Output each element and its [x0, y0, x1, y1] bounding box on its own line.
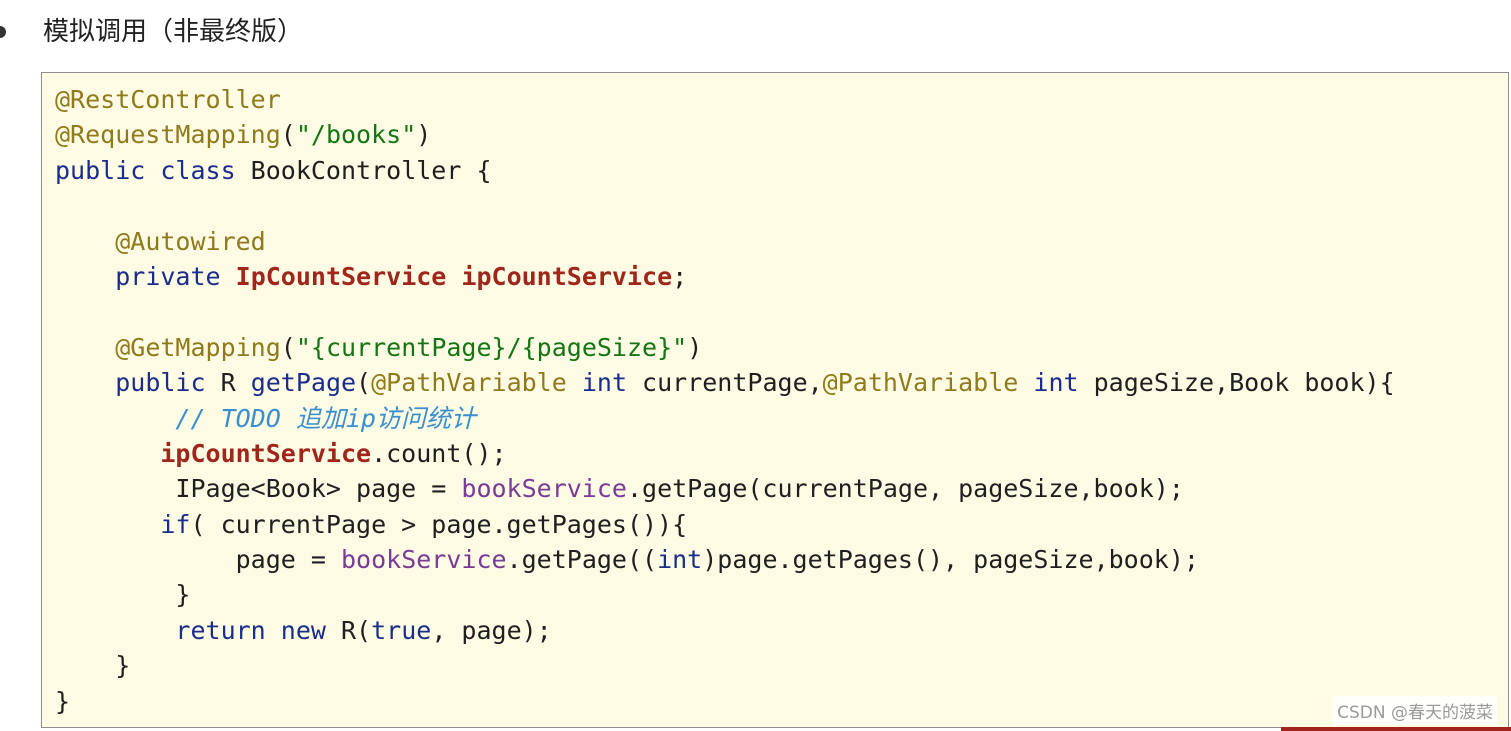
code-token-plain: page =	[55, 545, 341, 575]
code-line: }	[55, 684, 1395, 719]
code-line: @RequestMapping("/books")	[55, 117, 1395, 152]
code-line: page = bookService.getPage((int)page.get…	[55, 542, 1395, 577]
code-token-ann: @RequestMapping	[55, 120, 281, 150]
code-token-field: ipCountService	[461, 261, 673, 291]
code-token-plain: R	[205, 368, 251, 398]
code-token-svc: bookService	[461, 474, 627, 504]
code-token-plain: currentPage,	[627, 368, 823, 398]
corner-strip	[1281, 727, 1511, 731]
code-token-ann: @Autowired	[115, 226, 266, 256]
code-line: public R getPage(@PathVariable int curre…	[55, 365, 1395, 400]
code-token-svc: bookService	[340, 545, 507, 575]
code-token-kw: public	[115, 368, 206, 398]
code-token-ann: @PathVariable	[371, 368, 567, 398]
code-line: @RestController	[55, 82, 1395, 117]
code-line: // TODO 追加ip访问统计	[55, 401, 1395, 436]
code-token-ann: @RestController	[55, 85, 281, 114]
code-token-plain: .getPage((	[506, 545, 658, 575]
csdn-watermark: CSDN @春天的菠菜	[1333, 696, 1497, 725]
section-heading: 模拟调用（非最终版）	[43, 17, 304, 47]
code-token-plain: ;	[672, 261, 688, 291]
code-token-plain: (	[356, 368, 372, 398]
code-token-field: ipCountService	[160, 438, 372, 468]
code-token-ann: @GetMapping	[115, 332, 281, 362]
code-line: public class BookController {	[55, 153, 1395, 188]
code-line: }	[55, 648, 1395, 683]
code-token-comment: // TODO 追加ip访问统计	[175, 403, 476, 433]
code-token-plain: )	[687, 332, 703, 362]
code-token-plain: .count();	[371, 438, 507, 468]
code-token-plain: }	[55, 580, 191, 610]
code-block: @RestController @RequestMapping("/books")…	[41, 72, 1509, 728]
list-bullet	[0, 26, 6, 38]
code-token-plain: )	[416, 120, 432, 150]
code-text: @RestController @RequestMapping("/books")…	[55, 82, 1395, 719]
code-token-kw: private	[115, 261, 221, 291]
code-line: @GetMapping("{currentPage}/{pageSize}")	[55, 330, 1395, 365]
code-token-kw: if	[160, 509, 191, 539]
code-token-plain: BookController {	[235, 155, 492, 185]
code-token-plain: }	[55, 651, 131, 681]
code-line: ipCountService.count();	[55, 436, 1395, 471]
code-token-plain: }	[55, 686, 71, 716]
code-line: @Autowired	[55, 224, 1395, 259]
code-token-field: IpCountService	[235, 261, 447, 291]
code-token-plain: R(	[325, 615, 372, 645]
code-token-plain: )page.getPages(), pageSize,book);	[702, 545, 1199, 575]
code-token-str: "{currentPage}/{pageSize}"	[295, 332, 688, 362]
code-token-kw: int	[657, 545, 703, 575]
code-token-plain: (	[280, 332, 296, 362]
code-token-kw: return new	[175, 615, 326, 645]
code-token-kw: int	[581, 368, 627, 398]
code-token-plain: pageSize,Book book){	[1078, 368, 1395, 398]
code-token-str: "/books"	[295, 120, 417, 150]
code-token-plain: , page);	[431, 615, 552, 645]
code-token-plain: ( currentPage > page.getPages()){	[190, 509, 688, 539]
code-token-plain: (	[280, 120, 296, 150]
code-token-kw: public class	[55, 155, 236, 185]
code-token-kw: true	[371, 615, 432, 645]
code-token-plain: .getPage(currentPage, pageSize,book);	[626, 474, 1184, 504]
code-line: IPage<Book> page = bookService.getPage(c…	[55, 471, 1395, 506]
code-token-kw: getPage	[250, 368, 357, 398]
code-token-plain: IPage<Book> page =	[55, 474, 462, 504]
code-token-kw: int	[1033, 368, 1079, 398]
code-token-ann: @PathVariable	[822, 368, 1019, 398]
code-line: }	[55, 577, 1395, 612]
code-line: return new R(true, page);	[55, 613, 1395, 648]
code-line: private IpCountService ipCountService;	[55, 259, 1395, 294]
code-line: if( currentPage > page.getPages()){	[55, 507, 1395, 542]
